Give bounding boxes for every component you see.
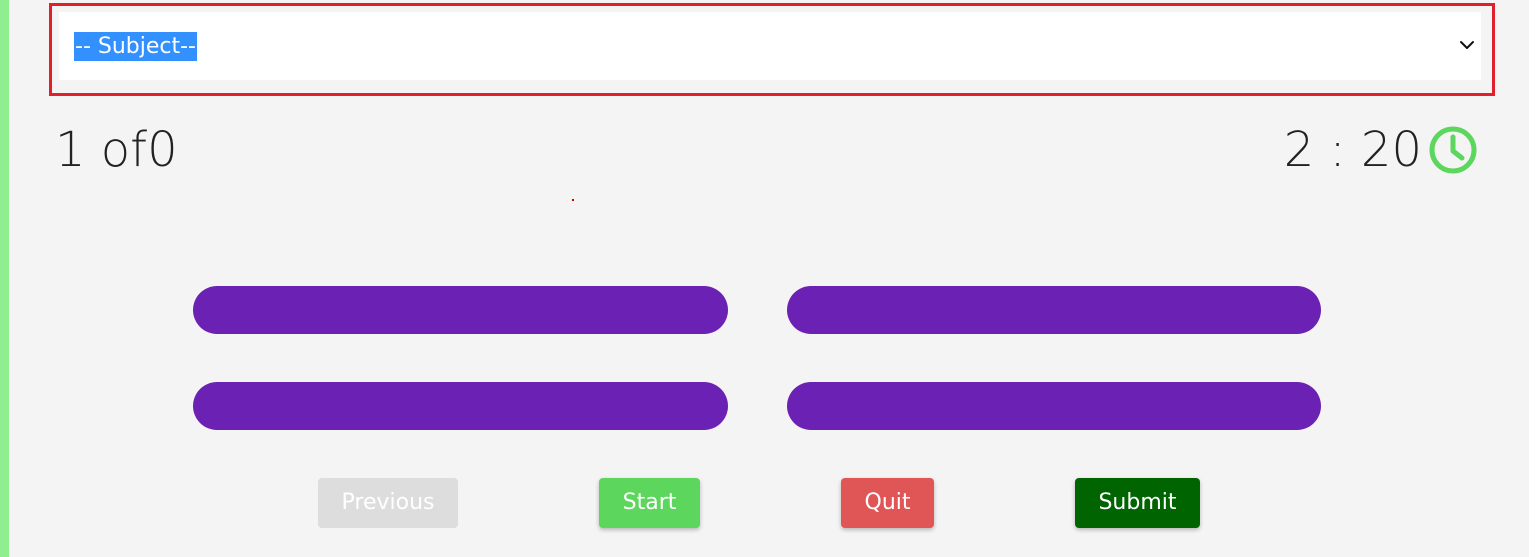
side-accent-stripe xyxy=(0,0,9,557)
answer-option-1[interactable] xyxy=(193,286,728,334)
countdown-timer: 2 : 20 xyxy=(1283,122,1422,178)
answer-option-2[interactable] xyxy=(787,286,1321,334)
answer-option-4[interactable] xyxy=(787,382,1321,430)
start-button[interactable]: Start xyxy=(599,478,700,528)
subject-select-value[interactable]: -- Subject-- xyxy=(74,32,197,61)
quit-button[interactable]: Quit xyxy=(841,478,934,528)
submit-button[interactable]: Submit xyxy=(1075,478,1200,528)
clock-icon xyxy=(1429,126,1477,174)
subject-select[interactable] xyxy=(59,12,1481,80)
chevron-down-icon[interactable] xyxy=(1458,36,1476,54)
question-text: . xyxy=(572,199,574,201)
previous-button[interactable]: Previous xyxy=(318,478,458,528)
answer-option-3[interactable] xyxy=(193,382,728,430)
question-counter: 1 of0 xyxy=(55,122,178,178)
quiz-page: -- Subject-- 1 of0 2 : 20 . Previous Sta… xyxy=(0,0,1536,557)
